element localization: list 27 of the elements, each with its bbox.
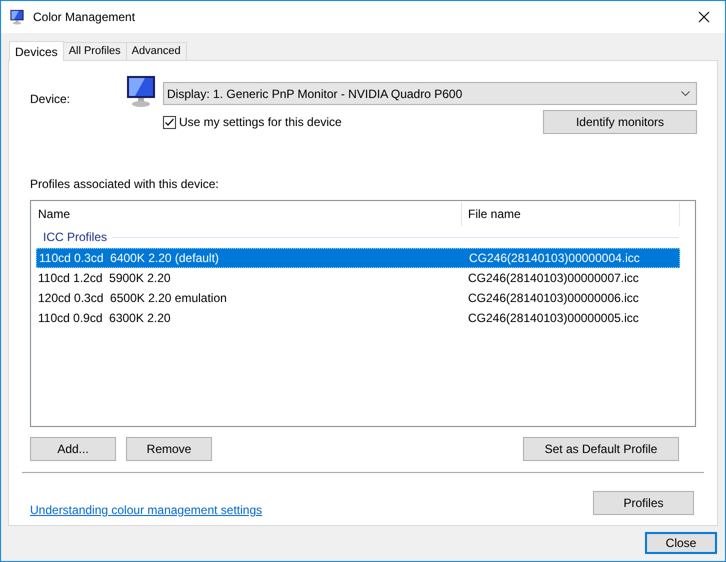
device-dropdown[interactable]: Display: 1. Generic PnP Monitor - NVIDIA Quadro P600: [163, 82, 697, 105]
checkbox-label: Use my settings for this device: [179, 114, 342, 131]
chevron-down-icon: [681, 91, 690, 96]
list-button[interactable]: Set as Default Profile: [523, 437, 679, 461]
column-header[interactable]: File name: [462, 202, 680, 226]
list-button[interactable]: Add...: [30, 437, 116, 461]
window-title: Color Management: [33, 9, 136, 26]
section-label: Profiles associated with this device:: [30, 176, 220, 193]
profiles-button[interactable]: Profiles: [593, 491, 694, 515]
list-button[interactable]: Remove: [126, 437, 212, 461]
group-header: ICC Profiles: [43, 229, 108, 246]
profile-row[interactable]: 110cd 0.3cd 6400K 2.20 (default) CG246(28140103)00000004.icc: [36, 248, 680, 268]
tab[interactable]: Devices: [9, 41, 64, 61]
identify-monitors-button[interactable]: Identify monitors: [543, 110, 697, 134]
device-label: Device:: [30, 91, 72, 108]
help-link[interactable]: Understanding colour management settings: [30, 501, 262, 519]
checkbox[interactable]: [163, 116, 176, 128]
app-icon: [9, 9, 25, 25]
profile-row[interactable]: 110cd 1.2cd 5900K 2.20 CG246(28140103)00000007.icc: [36, 268, 680, 288]
tab[interactable]: Advanced: [126, 42, 187, 60]
profile-row[interactable]: 110cd 0.9cd 6300K 2.20 CG246(28140103)00000005.icc: [36, 308, 680, 328]
monitor-icon: [125, 74, 157, 108]
profile-row[interactable]: 120cd 0.3cd 6500K 2.20 emulation CG246(28140103)00000006.icc: [36, 288, 680, 308]
close-button[interactable]: Close: [645, 532, 717, 554]
close-icon[interactable]: [698, 11, 710, 23]
column-header[interactable]: Name: [36, 202, 462, 226]
tab[interactable]: All Profiles: [64, 42, 127, 60]
